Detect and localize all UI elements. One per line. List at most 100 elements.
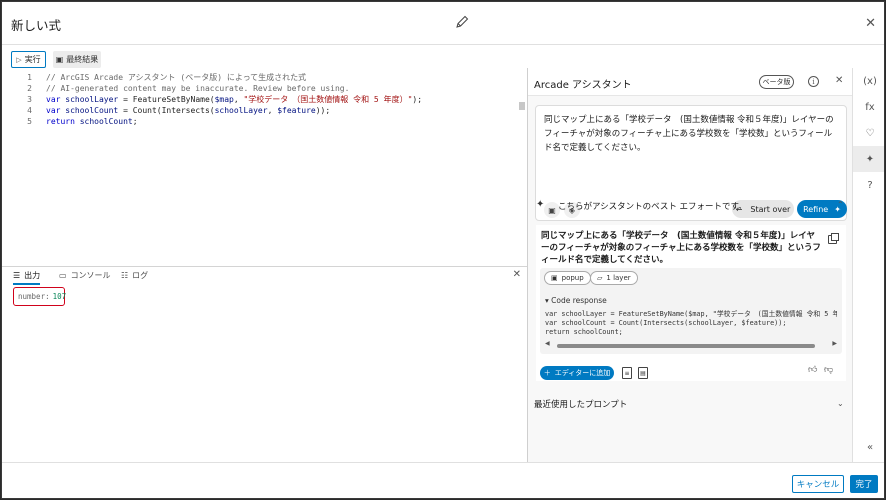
code-text: return schoolCount; bbox=[46, 116, 138, 127]
code-token: , bbox=[267, 106, 278, 115]
code-response: var schoolLayer = FeatureSetByName($map,… bbox=[545, 310, 837, 336]
code-token: $feature bbox=[277, 106, 316, 115]
code-response-box: ▣ popup ▱ 1 layer ▾ Code response var sc… bbox=[540, 268, 842, 354]
code-token: schoolCount bbox=[65, 106, 119, 115]
layer-chip-label: 1 layer bbox=[606, 274, 631, 282]
answer-text: 同じマップ上にある「学校データ (国土数値情報 令和５年度)」レイヤーのフィーチ… bbox=[541, 231, 821, 265]
clipboard-icon[interactable]: ▤ bbox=[638, 367, 648, 379]
code-editor[interactable]: 1 // ArcGIS Arcade アシスタント (ベータ版) によって生成され… bbox=[2, 70, 527, 265]
line-number: 2 bbox=[27, 84, 32, 93]
scroll-left-icon[interactable]: ◀ bbox=[545, 340, 550, 347]
recent-prompts-label: 最近使用したプロンプト bbox=[534, 400, 628, 410]
tab-console-label: コンソール bbox=[70, 271, 111, 280]
code-text: var schoolLayer = FeatureSetByName($map,… bbox=[46, 94, 422, 105]
add-to-editor-button[interactable]: ＋ エディターに追加 bbox=[540, 366, 614, 380]
help-icon[interactable]: ? bbox=[853, 172, 884, 198]
dialog-titlebar: 新しい式 ✕ bbox=[2, 2, 884, 45]
output-panel: ☰ 出力 ▭ コンソール ☷ ログ ✕ number: 107 bbox=[2, 266, 527, 462]
layer-chip: ▱ 1 layer bbox=[590, 271, 638, 285]
best-effort-header[interactable]: ✦ こちらがアシスタントのベスト エフォートです。 ⌃ bbox=[528, 195, 852, 215]
code-scrollbar[interactable]: ◀ ▶ bbox=[545, 340, 837, 348]
code-token: ); bbox=[412, 95, 423, 104]
code-token: = FeatureSetByName( bbox=[118, 95, 215, 104]
assistant-title: Arcade アシスタント bbox=[534, 80, 632, 91]
editor-scrollbar[interactable] bbox=[519, 102, 525, 110]
code-token: = Count(Intersects( bbox=[118, 106, 215, 115]
result-key: number: bbox=[18, 292, 50, 301]
scroll-right-icon[interactable]: ▶ bbox=[832, 340, 837, 347]
line-number: 5 bbox=[27, 117, 32, 126]
recent-prompts-header[interactable]: 最近使用したプロンプト ⌄ bbox=[528, 394, 852, 414]
line-number: 3 bbox=[27, 95, 32, 104]
code-text: // ArcGIS Arcade アシスタント (ベータ版) によって生成された… bbox=[46, 72, 306, 83]
done-button[interactable]: 完了 bbox=[850, 475, 878, 493]
assistant-header: Arcade アシスタント ベータ版 i ✕ bbox=[528, 68, 852, 96]
tab-console[interactable]: ▭ コンソール bbox=[59, 270, 111, 281]
play-icon: ▷ bbox=[16, 55, 22, 64]
tab-log-label: ログ bbox=[132, 271, 149, 280]
thumbs-up-icon[interactable]: 👍︎ bbox=[808, 365, 817, 375]
log-icon: ☷ bbox=[121, 271, 129, 280]
list-icon: ☰ bbox=[13, 271, 21, 280]
run-label: 実行 bbox=[24, 55, 41, 64]
output-tabs: ☰ 出力 ▭ コンソール ☷ ログ ✕ bbox=[2, 267, 527, 285]
last-result-button[interactable]: ▣ 最終結果 bbox=[53, 51, 101, 68]
pencil-icon[interactable] bbox=[454, 14, 470, 30]
output-result: number: 107 bbox=[13, 287, 67, 306]
chevron-up-icon[interactable]: ⌃ bbox=[837, 200, 844, 209]
line-number: 4 bbox=[27, 106, 32, 115]
best-effort-label: こちらがアシスタントのベスト エフォートです。 bbox=[558, 202, 747, 212]
beta-badge: ベータ版 bbox=[759, 75, 794, 89]
sparkle-icon: ✦ bbox=[536, 199, 545, 210]
tab-log[interactable]: ☷ ログ bbox=[121, 270, 148, 281]
copy-icon[interactable] bbox=[828, 233, 839, 244]
popup-chip-label: popup bbox=[561, 274, 584, 282]
image-icon: ▣ bbox=[551, 274, 558, 282]
result-icon: ▣ bbox=[55, 55, 64, 64]
plus-icon: ＋ bbox=[543, 369, 551, 377]
code-token: ; bbox=[132, 117, 138, 126]
document-icon[interactable]: ≡ bbox=[622, 367, 632, 379]
dialog-footer: キャンセル 完了 bbox=[2, 462, 884, 498]
suggestions-icon[interactable]: ♡ bbox=[853, 120, 884, 146]
last-result-label: 最終結果 bbox=[66, 55, 99, 64]
code-token: var bbox=[46, 106, 66, 115]
functions-icon[interactable]: fx bbox=[853, 94, 884, 120]
dialog-title: 新しい式 bbox=[11, 18, 62, 33]
code-token: schoolLayer bbox=[65, 95, 119, 104]
editor-toolbar: ▷ 実行 ▣ 最終結果 bbox=[2, 49, 527, 69]
expression-dialog: 新しい式 ✕ ▷ 実行 ▣ 最終結果 1 // ArcGIS Arcade アシス… bbox=[1, 1, 885, 499]
info-icon[interactable]: i bbox=[808, 76, 819, 87]
console-icon: ▭ bbox=[59, 271, 67, 280]
assistant-panel: Arcade アシスタント ベータ版 i ✕ 同じマップ上にある「学校データ (… bbox=[528, 68, 852, 462]
chevron-down-icon[interactable]: ⌄ bbox=[837, 399, 844, 408]
result-value: 107 bbox=[52, 292, 67, 301]
side-toolbar: (x) fx ♡ ✦ ? « bbox=[852, 68, 884, 462]
code-token: // AI-generated content may be inaccurat… bbox=[46, 84, 350, 93]
tab-output[interactable]: ☰ 出力 bbox=[13, 270, 41, 285]
variables-icon[interactable]: (x) bbox=[853, 68, 884, 94]
scroll-thumb[interactable] bbox=[557, 344, 815, 348]
code-text: var schoolCount = Count(Intersects(schoo… bbox=[46, 105, 330, 116]
code-token: )); bbox=[315, 106, 331, 115]
code-token: schoolLayer bbox=[214, 106, 268, 115]
thumbs-down-icon[interactable]: 👎︎ bbox=[824, 365, 833, 375]
code-token: return bbox=[46, 117, 80, 126]
answer-card: 同じマップ上にある「学校データ (国土数値情報 令和５年度)」レイヤーのフィーチ… bbox=[536, 225, 846, 381]
code-response-toggle[interactable]: ▾ Code response bbox=[545, 296, 607, 305]
prompt-text[interactable]: 同じマップ上にある「学校データ (国土数値情報 令和５年度)」レイヤーのフィーチ… bbox=[544, 113, 840, 155]
code-text: // AI-generated content may be inaccurat… bbox=[46, 83, 349, 94]
collapse-icon[interactable]: « bbox=[853, 434, 884, 460]
line-number: 1 bbox=[27, 73, 32, 82]
popup-chip: ▣ popup bbox=[544, 271, 591, 285]
close-icon[interactable]: ✕ bbox=[835, 75, 843, 86]
code-token: var bbox=[46, 95, 66, 104]
run-button[interactable]: ▷ 実行 bbox=[11, 51, 46, 68]
tab-output-label: 出力 bbox=[24, 271, 41, 280]
assistant-icon[interactable]: ✦ bbox=[853, 146, 884, 172]
layer-icon: ▱ bbox=[597, 274, 603, 282]
cancel-button[interactable]: キャンセル bbox=[792, 475, 844, 493]
close-icon[interactable]: ✕ bbox=[513, 269, 521, 280]
code-token: "学校データ （国土数値情報 令和 5 年度）" bbox=[243, 95, 413, 104]
close-icon[interactable]: ✕ bbox=[865, 16, 876, 31]
